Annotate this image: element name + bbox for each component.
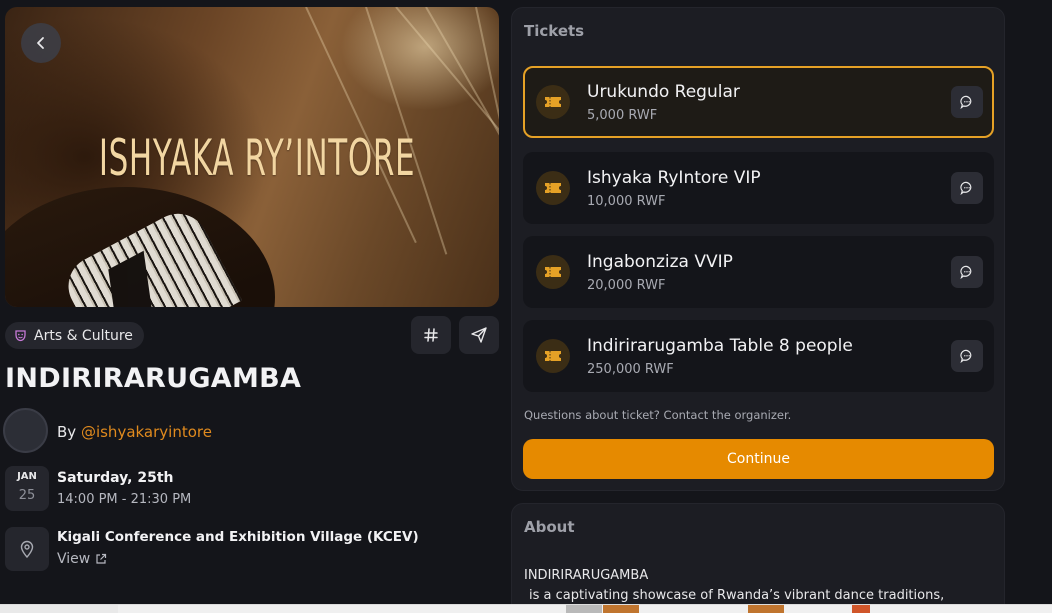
send-icon [471,327,487,343]
organizer-handle-link[interactable]: @ishyakaryintore [81,423,212,441]
about-title-line: INDIRIRARUGAMBA [524,568,649,583]
continue-button[interactable]: Continue [523,439,994,479]
date-day: 25 [18,488,36,503]
chat-bubble-icon [960,265,972,279]
tickets-card: Tickets Urukundo Regular 5,000 RWF Ishya… [511,7,1005,491]
chat-bubble-icon [960,95,972,109]
external-link-icon [96,553,107,564]
ticket-icon-badge [536,85,570,119]
ticket-name: Urukundo Regular [587,82,740,102]
location-view-link[interactable]: View [57,551,107,567]
date-badge: JAN 25 [5,466,49,511]
back-button[interactable] [21,23,61,63]
ticket-price: 10,000 RWF [587,194,666,209]
chevron-left-icon [37,37,44,49]
ticket-icon [545,183,561,193]
ticket-name: Ingabonziza VVIP [587,252,733,272]
taskbar-app[interactable] [603,605,639,613]
date-month: JAN [17,471,37,482]
banner-hair-strand [305,7,417,244]
hashtag-button[interactable] [411,316,451,354]
ticket-option[interactable]: Indirirarugamba Table 8 people 250,000 R… [523,320,994,392]
ticket-option[interactable]: Urukundo Regular 5,000 RWF [523,66,994,138]
event-time: 14:00 PM - 21:30 PM [57,492,192,507]
ticket-chat-button[interactable] [951,256,983,288]
banner-hair-strand [475,7,499,262]
ticket-name: Ishyaka RyIntore VIP [587,168,761,188]
ticket-price: 250,000 RWF [587,362,674,377]
banner-title: ISHYAKA RY’INTORE [98,129,416,187]
map-pin-icon [20,540,34,558]
ticket-icon-badge [536,339,570,373]
event-title: INDIRIRARUGAMBA [5,363,302,394]
contact-organizer-note: Questions about ticket? Contact the orga… [524,408,792,422]
location-view-label: View [57,551,91,567]
event-banner: ISHYAKA RY’INTORE [5,7,499,307]
ticket-chat-button[interactable] [951,340,983,372]
taskbar-start-area[interactable] [0,605,118,613]
hash-icon [424,328,438,342]
event-date: Saturday, 25th [57,470,174,486]
taskbar-app[interactable] [748,605,784,613]
ticket-option[interactable]: Ingabonziza VVIP 20,000 RWF [523,236,994,308]
share-button[interactable] [459,316,499,354]
about-card: About INDIRIRARUGAMBA is a captivating s… [511,503,1005,613]
ticket-price: 20,000 RWF [587,278,666,293]
organizer-avatar[interactable] [3,408,48,453]
ticket-name: Indirirarugamba Table 8 people [587,336,853,356]
location-badge [5,527,49,571]
ticket-icon-badge [536,171,570,205]
category-chip[interactable]: Arts & Culture [5,322,144,349]
location-name: Kigali Conference and Exhibition Village… [57,529,419,545]
about-heading: About [524,518,575,536]
taskbar-app[interactable] [566,605,602,613]
banner-hair-strand [425,7,499,233]
ticket-chat-button[interactable] [951,86,983,118]
organizer-prefix: By [57,423,77,441]
tickets-heading: Tickets [524,22,585,40]
ticket-option[interactable]: Ishyaka RyIntore VIP 10,000 RWF [523,152,994,224]
ticket-icon [545,267,561,277]
ticket-price: 5,000 RWF [587,108,658,123]
organizer-line: By @ishyakaryintore [57,423,212,441]
category-label: Arts & Culture [34,327,133,344]
ticket-icon [545,351,561,361]
about-description-line: is a captivating showcase of Rwanda’s vi… [529,588,945,603]
about-text: INDIRIRARUGAMBA is a captivating showcas… [524,566,944,606]
theater-mask-icon [15,330,26,342]
chat-bubble-icon [960,349,972,363]
ticket-icon-badge [536,255,570,289]
os-taskbar [0,604,1052,613]
ticket-chat-button[interactable] [951,172,983,204]
taskbar-app[interactable] [852,605,870,613]
chat-bubble-icon [960,181,972,195]
ticket-icon [545,97,561,107]
